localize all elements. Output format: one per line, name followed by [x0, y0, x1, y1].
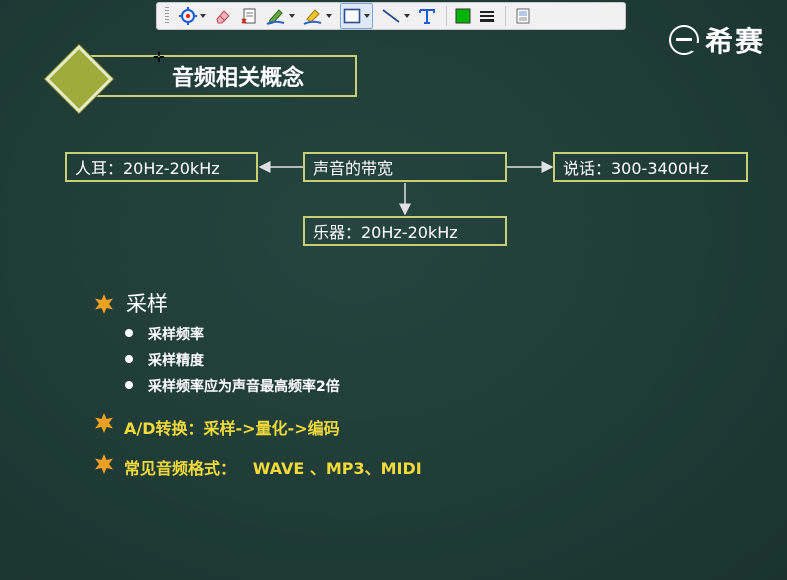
box-instrument: 乐器：20Hz-20kHz	[303, 216, 507, 246]
star-bullet-icon	[95, 294, 113, 314]
bullet-dot-icon	[125, 355, 133, 363]
diagram-arrows	[258, 161, 554, 216]
ad-conversion-text: A/D转换：采样->量化->编码	[124, 419, 340, 438]
star-bullet-icon	[95, 413, 113, 433]
sampling-item: 采样频率应为声音最高频率2倍	[148, 379, 340, 395]
bullet-dot-icon	[125, 329, 133, 337]
sampling-item: 采样频率	[148, 327, 204, 343]
audio-formats-text: 常见音频格式： WAVE 、MP3、MIDI	[124, 459, 422, 478]
sampling-item: 采样精度	[148, 353, 204, 369]
star-bullet-icon	[95, 454, 113, 474]
bullet-dot-icon	[125, 381, 133, 389]
sampling-heading: 采样	[126, 292, 168, 316]
box-human-ear: 人耳：20Hz-20kHz	[65, 152, 258, 182]
box-speech: 说话：300-3400Hz	[553, 152, 748, 182]
box-sound-bandwidth: 声音的带宽	[303, 152, 507, 182]
